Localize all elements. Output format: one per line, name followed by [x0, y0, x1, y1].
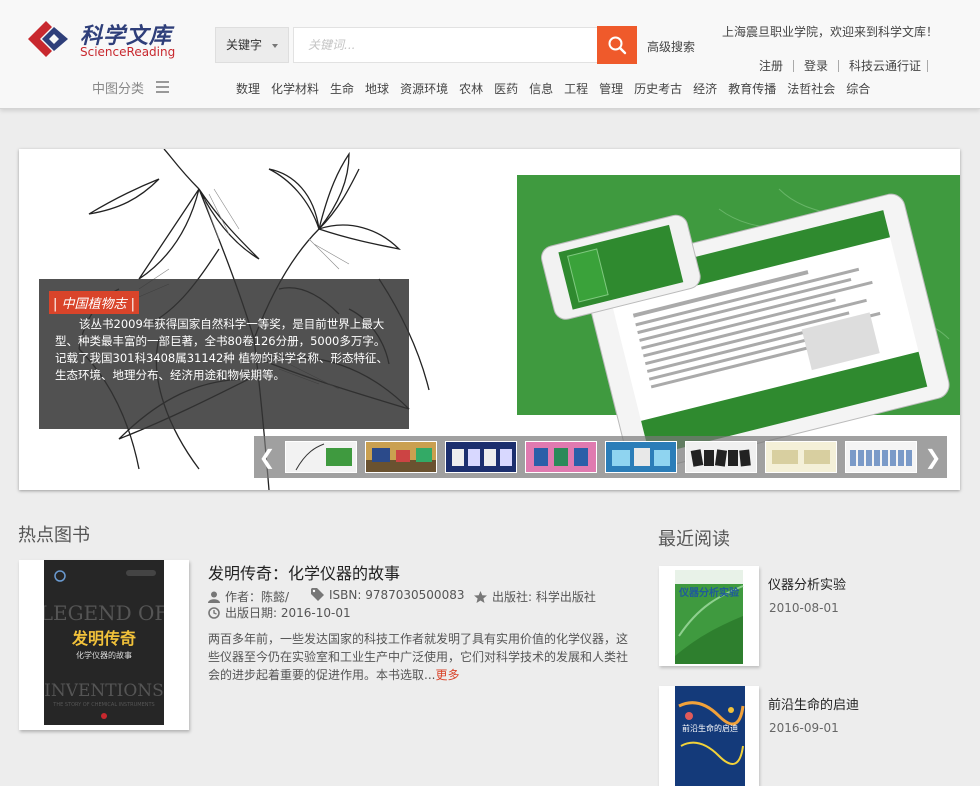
book-isbn: ISBN: 9787030500083 [311, 588, 464, 602]
search-input[interactable] [293, 27, 597, 63]
subject-nav-item[interactable]: 化学材料 [271, 80, 319, 97]
user-icon [208, 591, 220, 603]
carousel-thumbnail[interactable] [605, 441, 677, 473]
register-link[interactable]: 注册 [749, 60, 794, 72]
recent-book-title[interactable]: 仪器分析实验 [768, 574, 846, 593]
book-isbn-text: ISBN: 9787030500083 [329, 588, 465, 602]
hot-book-cover-card[interactable]: LEGEND OF 发明传奇 化学仪器的故事 INVENTIONS THE ST… [19, 560, 189, 730]
subject-nav-item[interactable]: 历史考古 [634, 80, 682, 97]
search-type-value: 关键字 [226, 38, 263, 52]
subject-nav: 数理 化学材料 生命 地球 资源环境 农林 医药 信息 工程 管理 历史考古 经济 教育传播 法哲社会 综合 [236, 80, 881, 97]
subject-nav-item[interactable]: 信息 [529, 80, 553, 97]
hot-book-title-link[interactable]: 发明传奇：化学仪器的故事 [208, 560, 400, 584]
banner-caption: | 中国植物志 | 该丛书2009年获得国家自然科学一等奖，是目前世界上最大型、… [39, 279, 409, 429]
user-links: 注册 登录 科技云通行证 [749, 59, 928, 73]
cover-title-text: 仪器分析实验 [678, 586, 740, 599]
carousel-thumbnail[interactable] [285, 441, 357, 473]
cover-chinese-title: 发明传奇 [71, 629, 136, 648]
logo-english-text: ScienceReading [80, 45, 176, 59]
carousel-thumbnail[interactable] [685, 441, 757, 473]
carousel-thumbnail[interactable] [445, 441, 517, 473]
subject-nav-item[interactable]: 医药 [494, 80, 518, 97]
carousel-thumbnail-strip: ❮ ❯ [254, 436, 947, 478]
book-author-text: 作者：陈懿/ [225, 590, 290, 604]
carousel-thumbnail[interactable] [765, 441, 837, 473]
book-pubdate-text: 出版日期: 2016-10-01 [225, 606, 351, 620]
subject-nav-item[interactable]: 生命 [330, 80, 354, 97]
book-cover-image: 前沿生命的启迪 [659, 686, 759, 786]
caption-description: 该丛书2009年获得国家自然科学一等奖，是目前世界上最大型、种类最丰富的一部巨著… [55, 317, 388, 382]
passport-link[interactable]: 科技云通行证 [839, 60, 928, 72]
cover-english-bottom: INVENTIONS [44, 681, 164, 701]
cover-chinese-subtitle: 化学仪器的故事 [76, 650, 132, 660]
caret-down-icon [272, 44, 278, 48]
subject-nav-item[interactable]: 资源环境 [400, 80, 448, 97]
book-publisher: 出版社: 科学出版社 [474, 588, 596, 605]
category-menu-label[interactable]: 中图分类 [92, 78, 144, 97]
search-icon [608, 36, 627, 55]
chevron-right-icon[interactable]: ❯ [924, 444, 942, 470]
search-button[interactable] [597, 26, 637, 64]
site-logo[interactable]: 科学文库 ScienceReading [24, 18, 184, 66]
hero-carousel[interactable]: 中国植物志 | 中国植物志 | 该丛书2009年获得国家自然科学一等奖，是目前世 [19, 149, 960, 490]
subject-nav-item[interactable]: 综合 [846, 80, 870, 97]
clock-icon [208, 607, 220, 619]
subject-nav-item[interactable]: 农林 [459, 80, 483, 97]
book-pubdate: 出版日期: 2016-10-01 [208, 604, 351, 621]
recent-book-date: 2016-09-01 [769, 721, 839, 735]
subject-nav-item[interactable]: 法哲社会 [787, 80, 835, 97]
subject-nav-item[interactable]: 数理 [236, 80, 260, 97]
more-link[interactable]: 更多 [435, 668, 459, 682]
login-link[interactable]: 登录 [794, 60, 839, 72]
carousel-thumbnail[interactable] [525, 441, 597, 473]
site-header: 科学文库 ScienceReading 中图分类 关键字 高级搜索 上海震旦职业… [0, 0, 980, 109]
hot-book-description: 两百多年前，一些发达国家的科技工作者就发明了具有实用价值的化学仪器，这些仪器至今… [208, 630, 632, 684]
cover-title-text: 前沿生命的启迪 [682, 723, 738, 733]
caption-title-tag[interactable]: | 中国植物志 | [49, 291, 140, 314]
book-cover-image: LEGEND OF 发明传奇 化学仪器的故事 INVENTIONS THE ST… [44, 560, 164, 725]
welcome-message: 上海震旦职业学院，欢迎来到科学文库！ [721, 25, 938, 39]
subject-nav-item[interactable]: 教育传播 [728, 80, 776, 97]
advanced-search-link[interactable]: 高级搜索 [647, 38, 695, 55]
book-publisher-text: 出版社: 科学出版社 [492, 590, 596, 604]
hamburger-menu-icon[interactable] [156, 81, 169, 93]
recent-book-date: 2010-08-01 [769, 601, 839, 615]
carousel-thumbnail[interactable] [365, 441, 437, 473]
book-cover-image: 仪器分析实验 [659, 566, 759, 666]
tag-icon [311, 588, 324, 601]
logo-mark-icon [28, 21, 68, 57]
subject-nav-item[interactable]: 经济 [693, 80, 717, 97]
recent-book-cover[interactable]: 前沿生命的启迪 [659, 686, 759, 786]
recent-book-cover[interactable]: 仪器分析实验 [659, 566, 759, 666]
subject-nav-item[interactable]: 工程 [564, 80, 588, 97]
recent-reading-heading: 最近阅读 [658, 529, 730, 550]
cover-english-top: LEGEND OF [44, 601, 164, 625]
recent-book-title[interactable]: 前沿生命的启迪 [768, 694, 859, 713]
book-author: 作者：陈懿/ [208, 588, 289, 605]
star-icon [474, 591, 487, 603]
hot-books-heading: 热点图书 [18, 525, 90, 546]
cover-english-subtitle: THE STORY OF CHEMICAL INSTRUMENTS [52, 702, 154, 708]
subject-nav-item[interactable]: 管理 [599, 80, 623, 97]
carousel-thumbnail[interactable] [845, 441, 917, 473]
search-type-select[interactable]: 关键字 [215, 27, 289, 63]
description-text: 两百多年前，一些发达国家的科技工作者就发明了具有实用价值的化学仪器，这些仪器至今… [208, 632, 629, 682]
subject-nav-item[interactable]: 地球 [365, 80, 389, 97]
chevron-left-icon[interactable]: ❮ [258, 444, 276, 470]
